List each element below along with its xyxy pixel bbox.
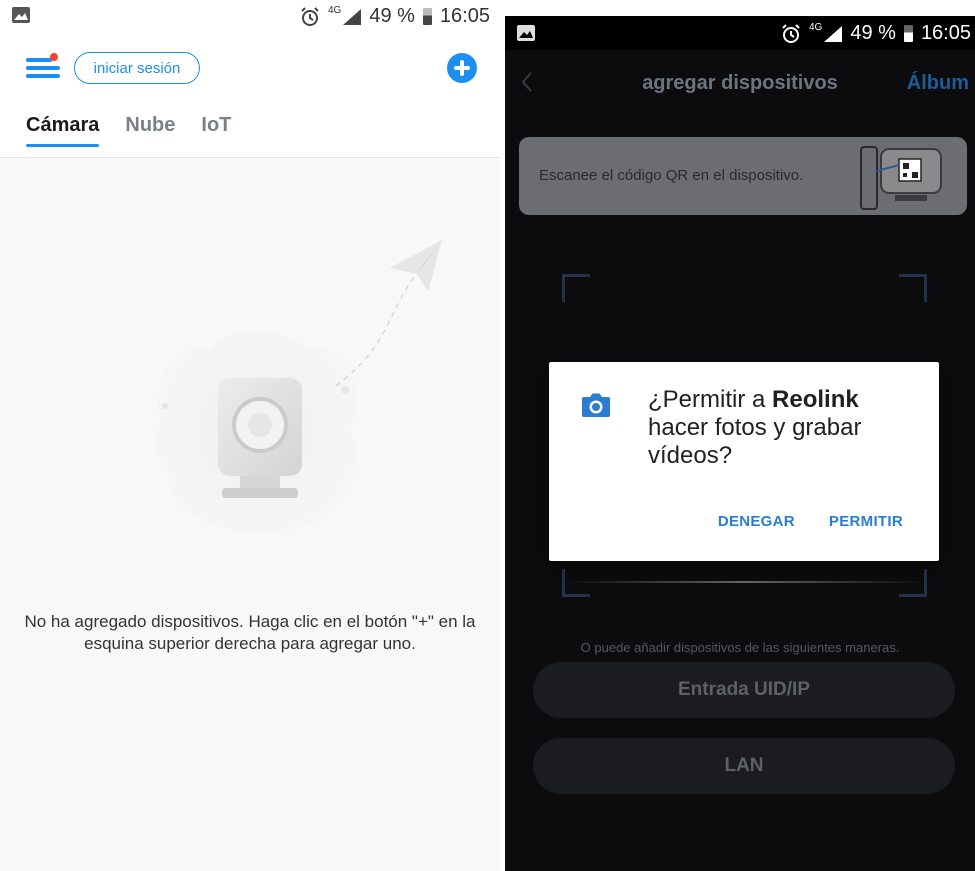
clock: 16:05 <box>920 22 971 44</box>
lan-button[interactable]: LAN <box>533 738 955 794</box>
permission-suffix: hacer fotos y grabar vídeos? <box>648 414 862 469</box>
login-button[interactable]: iniciar sesión <box>74 52 200 84</box>
tab-bar: Cámara Nube IoT <box>26 114 231 147</box>
allow-button[interactable]: PERMITIR <box>829 513 903 530</box>
signal-icon <box>343 8 362 25</box>
alternative-methods-text: O puede añadir dispositivos de las sigui… <box>580 640 900 655</box>
signal-icon <box>824 25 843 42</box>
network-type: 4G <box>809 22 823 33</box>
right-screen: 4G 49 % 16:05 agregar dispositivos Álbum… <box>505 16 975 871</box>
uid-ip-button[interactable]: Entrada UID/IP <box>533 662 955 718</box>
tab-camara[interactable]: Cámara <box>26 114 100 147</box>
network-type: 4G <box>328 5 342 16</box>
menu-icon-line <box>26 66 60 70</box>
menu-button[interactable] <box>26 53 60 80</box>
tab-iot[interactable]: IoT <box>201 114 231 147</box>
header-divider <box>0 157 500 158</box>
alarm-icon <box>301 6 319 26</box>
image-icon <box>517 25 535 41</box>
permission-prefix: ¿Permitir a <box>648 386 773 413</box>
image-icon <box>12 7 30 23</box>
permission-dialog: ¿Permitir a Reolink hacer fotos y grabar… <box>549 362 939 561</box>
scan-frame-corner <box>562 274 590 302</box>
notification-dot <box>50 53 58 61</box>
scan-frame-corner <box>899 274 927 302</box>
qr-device-icon <box>860 146 942 210</box>
battery-icon <box>422 8 432 25</box>
permission-message: ¿Permitir a Reolink hacer fotos y grabar… <box>648 386 918 470</box>
clock: 16:05 <box>439 5 490 27</box>
page-title: agregar dispositivos <box>642 72 838 94</box>
qr-hint-banner: Escanee el código QR en el dispositivo. <box>519 137 967 215</box>
scan-frame-corner <box>899 569 927 597</box>
alarm-icon <box>782 23 800 43</box>
nav-bar: agregar dispositivos Álbum <box>505 60 975 106</box>
left-screen: 4G 49 % 16:05 iniciar sesión Cámara Nube… <box>0 0 500 871</box>
permission-app-name: Reolink <box>772 386 859 413</box>
dialog-actions: DENEGAR PERMITIR <box>718 513 903 530</box>
tab-nube[interactable]: Nube <box>125 114 175 147</box>
screenshot: 4G 49 % 16:05 iniciar sesión Cámara Nube… <box>0 0 975 871</box>
qr-hint-text: Escanee el código QR en el dispositivo. <box>539 167 804 184</box>
status-bar-dark: 4G 49 % 16:05 <box>505 16 975 50</box>
deny-button[interactable]: DENEGAR <box>718 513 795 530</box>
scan-frame-corner <box>562 569 590 597</box>
scan-line <box>565 581 925 583</box>
menu-icon-line <box>26 74 60 78</box>
status-bar: 4G 49 % 16:05 <box>0 0 500 34</box>
empty-camera-illustration <box>155 240 442 532</box>
app-header: iniciar sesión Cámara Nube IoT <box>0 34 500 158</box>
camera-icon <box>582 393 610 417</box>
battery-icon <box>903 25 913 42</box>
menu-icon <box>26 58 52 62</box>
battery-percent: 49 % <box>850 22 896 44</box>
album-button[interactable]: Álbum <box>907 72 969 95</box>
empty-state-message: No ha agregado dispositivos. Haga clic e… <box>24 612 476 653</box>
battery-percent: 49 % <box>369 5 415 27</box>
add-device-button[interactable] <box>447 53 477 83</box>
